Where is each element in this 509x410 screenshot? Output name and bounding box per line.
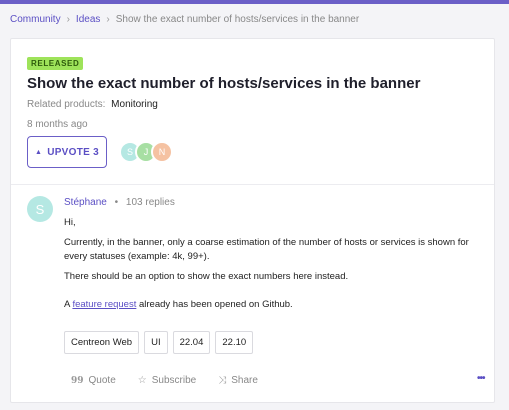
body-paragraph: Currently, in the banner, only a coarse … <box>64 237 469 262</box>
body-paragraph: There should be an option to show the ex… <box>64 271 349 282</box>
share-label: Share <box>231 375 258 386</box>
post-actions: 99 Quote ☆ Subscribe ⤨ Share <box>71 375 280 386</box>
tag-22-04[interactable]: 22.04 <box>172 331 211 354</box>
upvote-label: UPVOTE 3 <box>47 146 100 158</box>
chevron-right-icon: › <box>66 14 70 25</box>
voter-avatars[interactable]: S J N <box>119 141 173 163</box>
avatar: N <box>151 141 173 163</box>
subscribe-label: Subscribe <box>151 375 197 386</box>
star-icon: ☆ <box>137 375 147 386</box>
quote-button[interactable]: 99 Quote <box>71 375 116 386</box>
share-button[interactable]: ⤨ Share <box>218 375 258 386</box>
divider <box>11 184 494 185</box>
breadcrumb: Community › Ideas › Show the exact numbe… <box>10 14 359 25</box>
chevron-right-icon: › <box>106 14 110 25</box>
tag-centreon-web[interactable]: Centreon Web <box>64 331 140 354</box>
quote-icon: 99 <box>71 375 84 386</box>
breadcrumb-community[interactable]: Community <box>10 14 61 25</box>
more-options-icon[interactable]: ••• <box>477 373 485 384</box>
greeting-text: Hi, <box>64 217 76 228</box>
subscribe-button[interactable]: ☆ Subscribe <box>138 375 196 386</box>
author-name[interactable]: Stéphane <box>64 197 107 208</box>
body-paragraph: A feature request already has been opene… <box>64 298 489 312</box>
tag-list: Centreon Web UI 22.04 22.10 <box>64 331 254 354</box>
upvote-button[interactable]: ▲ UPVOTE 3 <box>27 136 107 168</box>
breadcrumb-ideas[interactable]: Ideas <box>76 14 100 25</box>
tag-22-10[interactable]: 22.10 <box>215 331 254 354</box>
text-suffix: already has been opened on Github. <box>136 299 293 310</box>
status-badge: RELEASED <box>27 57 84 70</box>
reply-count: 103 replies <box>125 197 175 208</box>
avatar[interactable]: S <box>27 196 53 222</box>
post-age: 8 months ago <box>27 119 88 130</box>
related-products: Related products: Monitoring <box>27 99 158 110</box>
page-title: Show the exact number of hosts/services … <box>27 75 421 92</box>
related-products-value[interactable]: Monitoring <box>111 99 158 110</box>
reply-meta: Stéphane • 103 replies <box>64 197 175 208</box>
dot-separator: • <box>114 197 119 208</box>
post-body: Hi, Currently, in the banner, only a coa… <box>64 216 489 318</box>
feature-request-link[interactable]: feature request <box>72 299 136 310</box>
idea-card: RELEASED Show the exact number of hosts/… <box>10 38 495 403</box>
tag-ui[interactable]: UI <box>144 331 168 354</box>
upvote-arrow-icon: ▲ <box>34 148 43 156</box>
shuffle-icon: ⤨ <box>218 375 227 386</box>
related-products-label: Related products: <box>27 99 106 110</box>
quote-label: Quote <box>88 375 116 386</box>
top-accent-bar <box>0 0 509 4</box>
breadcrumb-current: Show the exact number of hosts/services … <box>115 14 360 25</box>
